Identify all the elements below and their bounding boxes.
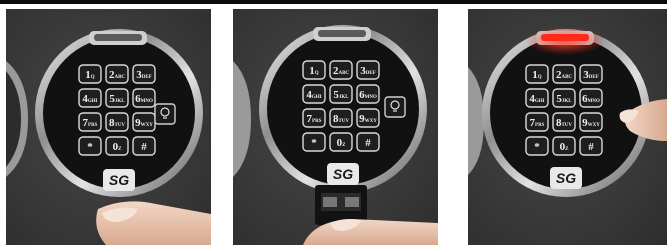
keypad-key: 5JKL bbox=[552, 88, 576, 108]
keypad-key: 1Q bbox=[525, 64, 549, 84]
brand-logo: SG bbox=[550, 167, 582, 189]
keypad-key: 6MNO bbox=[132, 88, 156, 108]
keypad-key: 3DEF bbox=[356, 60, 380, 80]
keypad-key: 8TUV bbox=[329, 108, 353, 128]
photo-2-svg: 1Q 2ABC 3DEF 4GHI 5JKL 6MNO 7PRS 8TUV 9WXY * 0Z # S… bbox=[233, 9, 438, 245]
svg-text:SG: SG bbox=[333, 166, 353, 182]
keypad-key: 5JKL bbox=[105, 88, 129, 108]
keypad-key-label: # bbox=[141, 141, 147, 153]
keypad-key: 0Z bbox=[329, 132, 353, 152]
svg-text:SG: SG bbox=[109, 172, 129, 188]
brand-logo: SG bbox=[103, 169, 135, 191]
keypad-key: 8TUV bbox=[552, 112, 576, 132]
light-icon bbox=[384, 96, 406, 118]
keypad-key: 2ABC bbox=[105, 64, 129, 84]
keypad-key-label: # bbox=[365, 137, 371, 149]
keypad-key-label: # bbox=[588, 141, 594, 153]
keypad-key: 0Z bbox=[552, 136, 576, 156]
keypad-key: 9WXY bbox=[132, 112, 156, 132]
keypad-key: 1Q bbox=[302, 60, 326, 80]
indicator-light bbox=[541, 34, 589, 41]
photo-panel-2: 1Q 2ABC 3DEF 4GHI 5JKL 6MNO 7PRS 8TUV 9WXY * 0Z # S… bbox=[233, 9, 438, 245]
keypad-key: # bbox=[132, 136, 156, 156]
keypad-key: 7PRS bbox=[525, 112, 549, 132]
keypad-key: 1Q bbox=[78, 64, 102, 84]
indicator-light bbox=[94, 34, 142, 41]
keypad-key: 6MNO bbox=[356, 84, 380, 104]
keypad-key: 7PRS bbox=[302, 108, 326, 128]
keypad-key: 4GHI bbox=[78, 88, 102, 108]
battery-drawer bbox=[315, 185, 367, 225]
top-border bbox=[0, 0, 667, 4]
keypad-key: 8TUV bbox=[105, 112, 129, 132]
brand-logo: SG bbox=[327, 163, 359, 185]
keypad-key: 0Z bbox=[105, 136, 129, 156]
svg-text:SG: SG bbox=[556, 170, 576, 186]
light-icon bbox=[154, 103, 176, 125]
keypad-key: 9WXY bbox=[356, 108, 380, 128]
keypad-key: * bbox=[302, 132, 326, 152]
keypad-key: # bbox=[579, 136, 603, 156]
photo-panel-1: 1Q 2ABC 3DEF 4GHI 5JKL 6MNO 7PRS 8TUV 9WXY * 0Z # S… bbox=[6, 9, 211, 245]
keypad-key: 4GHI bbox=[525, 88, 549, 108]
photo-1-svg: 1Q 2ABC 3DEF 4GHI 5JKL 6MNO 7PRS 8TUV 9WXY * 0Z # S… bbox=[6, 9, 211, 245]
photo-3-svg: 1Q 2ABC 3DEF 4GHI 5JKL 6MNO 7PRS 8TUV 9WXY * 0Z # S… bbox=[468, 9, 667, 245]
keypad-key: 2ABC bbox=[552, 64, 576, 84]
keypad-key: 2ABC bbox=[329, 60, 353, 80]
keypad-key: 6MNO bbox=[579, 88, 603, 108]
keypad-key-label: * bbox=[534, 141, 540, 153]
indicator-light bbox=[318, 30, 366, 37]
keypad-key-label: * bbox=[87, 141, 93, 153]
keypad-key: # bbox=[356, 132, 380, 152]
keypad-key: * bbox=[78, 136, 102, 156]
keypad-key: 3DEF bbox=[132, 64, 156, 84]
keypad-key: 5JKL bbox=[329, 84, 353, 104]
keypad-key: * bbox=[525, 136, 549, 156]
keypad-key-label: * bbox=[311, 137, 317, 149]
keypad-key: 3DEF bbox=[579, 64, 603, 84]
keypad-key: 9WXY bbox=[579, 112, 603, 132]
photo-panel-3: 1Q 2ABC 3DEF 4GHI 5JKL 6MNO 7PRS 8TUV 9WXY * 0Z # S… bbox=[468, 9, 667, 245]
keypad-key: 7PRS bbox=[78, 112, 102, 132]
keypad-key: 4GHI bbox=[302, 84, 326, 104]
